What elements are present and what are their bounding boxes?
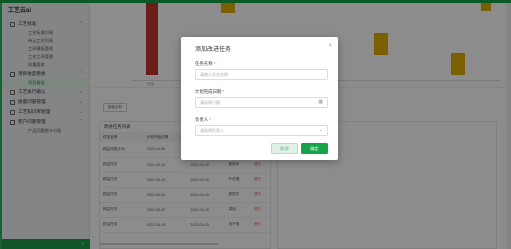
dialog-title: 添加改进任务 [195,47,232,53]
owner-select[interactable]: 请选择负责人 ⌄ [195,125,328,136]
chevron-down-icon: ⌄ [318,127,323,133]
calendar-icon: ▦ [318,99,323,105]
deadline-placeholder: 请选择日期 [200,100,220,105]
deadline-label-text: 计划完成日期 [195,89,222,94]
owner-label: 负责人* [195,117,211,123]
deadline-date-picker[interactable]: 请选择日期 ▦ [195,97,328,108]
close-icon[interactable]: × [328,43,332,49]
required-mark: * [222,89,225,94]
task-name-placeholder: 请输入任务名称 [200,72,228,77]
add-task-dialog: 添加改进任务 × 任务名称* 请输入任务名称 计划完成日期* 请选择日期 ▦ 负… [181,37,338,160]
task-name-label: 任务名称* [195,61,215,67]
cancel-button[interactable]: 取消 [271,143,298,154]
required-mark: * [213,61,216,66]
task-name-label-text: 任务名称 [195,61,213,66]
owner-label-text: 负责人 [195,117,209,122]
required-mark: * [209,117,211,122]
confirm-button[interactable]: 确定 [301,143,328,154]
deadline-label: 计划完成日期* [195,89,224,95]
owner-placeholder: 请选择负责人 [200,128,224,133]
task-name-input[interactable]: 请输入任务名称 [195,69,328,80]
